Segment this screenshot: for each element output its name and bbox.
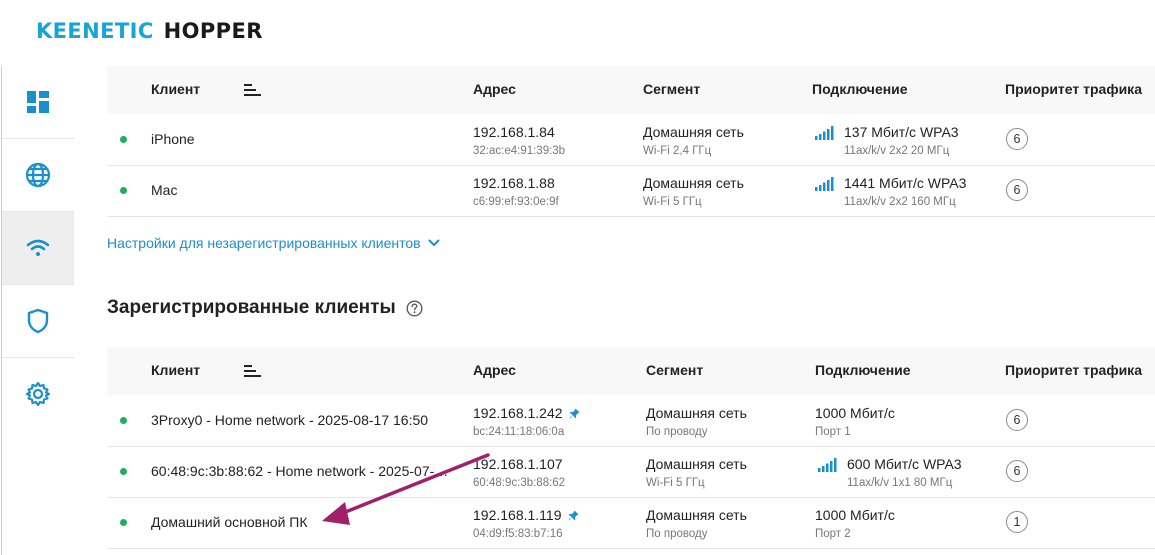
client-segment-type: По проводу [646, 426, 708, 438]
client-name: Mac [151, 182, 178, 198]
sidebar-item-dashboard[interactable] [2, 66, 74, 138]
client-segment: Домашняя сеть [643, 175, 744, 191]
client-connection-details: 11ax/k/v 2x2 160 МГц [844, 196, 956, 208]
client-ip-wrap: 192.168.1.242 [473, 405, 580, 421]
col-priority: Приоритет трафика [1005, 81, 1142, 97]
client-mac: c6:99:ef:93:0e:9f [473, 196, 559, 208]
col-client[interactable]: Клиент [151, 81, 200, 97]
online-status-dot [120, 187, 127, 194]
chevron-down-icon [428, 239, 440, 246]
pin-icon [568, 510, 578, 521]
help-icon[interactable] [406, 300, 423, 317]
priority-badge[interactable]: 6 [1006, 409, 1028, 431]
col-connection: Подключение [815, 362, 911, 378]
client-ip: 192.168.1.88 [473, 175, 555, 191]
client-ip-wrap: 192.168.1.119 [473, 507, 579, 523]
client-mac: 32:ac:e4:91:39:3b [473, 145, 566, 157]
col-segment: Сегмент [643, 81, 701, 97]
unregistered-settings-label: Настройки для незарегистрированных клиен… [107, 235, 421, 251]
client-segment: Домашняя сеть [646, 456, 747, 472]
client-name: Домашний основной ПК [151, 514, 308, 530]
client-connection: 137 Мбит/с WPA3 [844, 124, 959, 140]
client-segment: Домашняя сеть [643, 124, 744, 140]
online-status-dot [120, 468, 127, 475]
sort-icon[interactable] [244, 365, 261, 377]
table-row[interactable]: Домашний основной ПК 192.168.1.119 04:d9… [107, 497, 1155, 549]
client-connection: 1000 Мбит/с [815, 507, 895, 523]
col-priority: Приоритет трафика [1005, 362, 1142, 378]
shield-icon [27, 308, 49, 334]
client-segment: Домашняя сеть [646, 507, 747, 523]
client-connection: 600 Мбит/с WPA3 [847, 456, 962, 472]
sidebar-item-wifi[interactable] [2, 212, 76, 284]
online-status-dot [120, 519, 127, 526]
client-ip: 192.168.1.107 [473, 456, 563, 472]
client-ip: 192.168.1.84 [473, 124, 555, 140]
client-mac: 60:48:9c:3b:88:62 [473, 477, 566, 489]
client-connection: 1441 Мбит/с WPA3 [844, 175, 967, 191]
client-connection-details: Порт 2 [815, 528, 851, 540]
globe-icon [25, 162, 51, 188]
table-header-registered: Клиент Адрес Сегмент Подключение Приорит… [107, 347, 1155, 395]
signal-strength-icon [818, 458, 837, 472]
col-connection: Подключение [812, 81, 908, 97]
online-status-dot [120, 136, 127, 143]
client-connection-details: 11ax/k/v 1x1 80 МГц [847, 477, 953, 489]
sort-icon[interactable] [244, 84, 261, 96]
priority-badge[interactable]: 6 [1006, 460, 1028, 482]
wifi-icon [26, 239, 50, 256]
col-segment: Сегмент [646, 362, 704, 378]
table-row[interactable]: 60:48:9c:3b:88:62 - Home network - 2025-… [107, 446, 1155, 498]
section-title-registered: Зарегистрированные клиенты [107, 297, 423, 319]
table-row[interactable]: Mac 192.168.1.88 c6:99:ef:93:0e:9f Домаш… [107, 165, 1155, 217]
sidebar-item-settings[interactable] [2, 358, 74, 430]
client-segment: Домашняя сеть [646, 405, 747, 421]
clients-content: Клиент Адрес Сегмент Подключение Приорит… [74, 66, 1155, 555]
signal-strength-icon [815, 177, 834, 191]
client-segment-type: Wi-Fi 5 ГГц [643, 196, 702, 208]
client-segment-type: По проводу [646, 528, 708, 540]
online-status-dot [120, 417, 127, 424]
unregistered-settings-link[interactable]: Настройки для незарегистрированных клиен… [107, 235, 440, 251]
client-connection: 1000 Мбит/с [815, 405, 895, 421]
sidebar-item-internet[interactable] [2, 139, 74, 211]
sidebar [2, 66, 76, 555]
client-mac: bc:24:11:18:06:0a [473, 426, 565, 438]
client-segment-type: Wi-Fi 2,4 ГГц [643, 145, 712, 157]
section-title-text: Зарегистрированные клиенты [107, 297, 396, 318]
client-segment-type: Wi-Fi 5 ГГц [646, 477, 705, 489]
table-header-unregistered: Клиент Адрес Сегмент Подключение Приорит… [107, 66, 1155, 114]
client-name: 60:48:9c:3b:88:62 - Home network - 2025-… [151, 463, 451, 479]
dashboard-icon [27, 91, 49, 113]
col-address: Адрес [473, 362, 516, 378]
brand-part1: KEENETIC [36, 19, 154, 43]
priority-badge[interactable]: 6 [1006, 128, 1028, 150]
pin-icon [569, 408, 580, 419]
table-row[interactable]: 3Proxy0 - Home network - 2025-08-17 16:5… [107, 395, 1155, 447]
client-ip: 192.168.1.119 [473, 507, 562, 523]
client-name: iPhone [151, 131, 195, 147]
col-client[interactable]: Клиент [151, 362, 200, 378]
table-row[interactable]: iPhone 192.168.1.84 32:ac:e4:91:39:3b До… [107, 114, 1155, 166]
brand-logo[interactable]: KEENETIC HOPPER [36, 19, 263, 43]
top-bar: KEENETIC HOPPER [0, 0, 1155, 66]
brand-part2: HOPPER [163, 19, 263, 43]
signal-strength-icon [815, 126, 834, 140]
client-name: 3Proxy0 - Home network - 2025-08-17 16:5… [151, 412, 429, 428]
gear-icon [25, 381, 51, 407]
client-connection-details: Порт 1 [815, 426, 851, 438]
client-mac: 04:d9:f5:83:b7:16 [473, 528, 563, 540]
priority-badge[interactable]: 6 [1006, 179, 1028, 201]
client-connection-details: 11ax/k/v 2x2 20 МГц [844, 145, 950, 157]
client-ip: 192.168.1.242 [473, 405, 563, 421]
sidebar-item-security[interactable] [2, 285, 74, 357]
col-address: Адрес [473, 81, 516, 97]
priority-badge[interactable]: 1 [1006, 511, 1028, 533]
